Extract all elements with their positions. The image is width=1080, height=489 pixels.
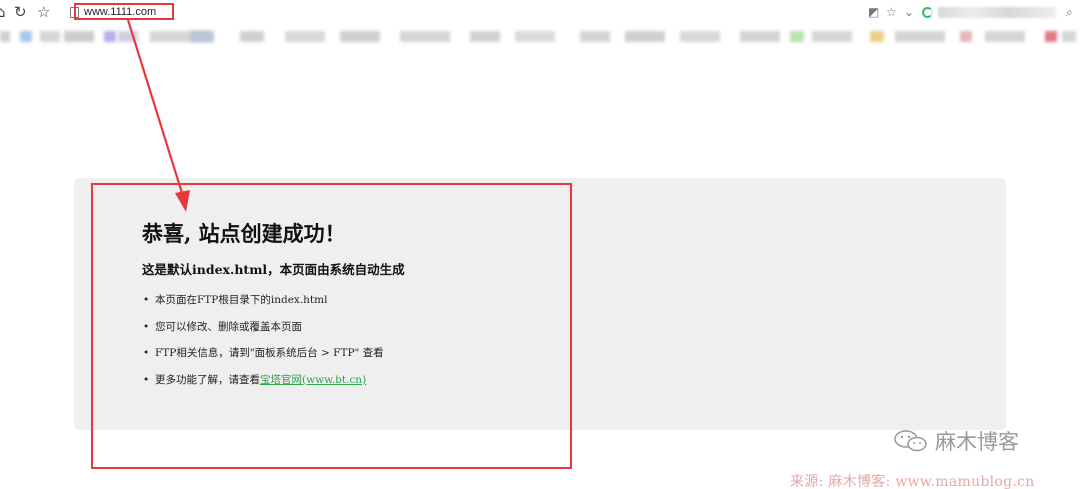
- bookmark-item[interactable]: [285, 31, 325, 42]
- bookmark-item[interactable]: [470, 31, 500, 42]
- bookmark-item[interactable]: [985, 31, 1025, 42]
- bookmark-item[interactable]: [1045, 31, 1057, 42]
- watermark-source: 来源: 麻木博客: www.mamublog.cn: [790, 474, 1035, 489]
- bookmark-item[interactable]: [740, 31, 780, 42]
- favorite-icon[interactable]: ☆: [886, 4, 897, 20]
- watermark: 麻木博客: [893, 426, 1019, 456]
- loading-icon: [922, 7, 933, 18]
- wechat-icon: [894, 430, 927, 452]
- bookmark-item[interactable]: [118, 31, 138, 42]
- bookmark-item[interactable]: [790, 31, 804, 42]
- bookmark-item[interactable]: [895, 31, 945, 42]
- bookmark-item[interactable]: [104, 31, 116, 42]
- blurred-search-suggestion[interactable]: [938, 7, 1056, 18]
- bookmark-item[interactable]: [680, 31, 720, 42]
- bookmark-item[interactable]: [340, 31, 380, 42]
- bookmark-item[interactable]: [625, 31, 665, 42]
- bookmark-item[interactable]: [812, 31, 852, 42]
- watermark-name: 麻木博客: [935, 430, 1019, 454]
- search-icon[interactable]: ⌕: [1066, 4, 1073, 20]
- bookmark-item[interactable]: [960, 31, 972, 42]
- bookmark-item[interactable]: [40, 31, 60, 42]
- url-highlight-box: [74, 3, 174, 20]
- content-highlight-box: [91, 183, 572, 469]
- chevron-down-icon[interactable]: ⌄: [904, 4, 914, 20]
- bookmark-item[interactable]: [190, 31, 214, 42]
- bookmark-item[interactable]: [580, 31, 610, 42]
- star-icon[interactable]: ☆: [37, 3, 50, 21]
- bookmark-item[interactable]: [240, 31, 264, 42]
- refresh-icon[interactable]: ↻: [14, 3, 27, 21]
- bookmark-item[interactable]: [400, 31, 450, 42]
- screenshot-icon[interactable]: ◩: [868, 4, 879, 20]
- bookmark-item[interactable]: [1062, 31, 1076, 42]
- right-toolbar: ◩ ☆ ⌄ ⌕: [860, 4, 1080, 22]
- bookmarks-bar: [0, 30, 1080, 44]
- home-icon[interactable]: ⌂: [0, 3, 6, 21]
- bookmark-item[interactable]: [0, 31, 10, 42]
- bookmark-item[interactable]: [20, 31, 32, 42]
- bookmark-item[interactable]: [64, 31, 94, 42]
- bookmark-item[interactable]: [515, 31, 555, 42]
- bookmark-item[interactable]: [870, 31, 884, 42]
